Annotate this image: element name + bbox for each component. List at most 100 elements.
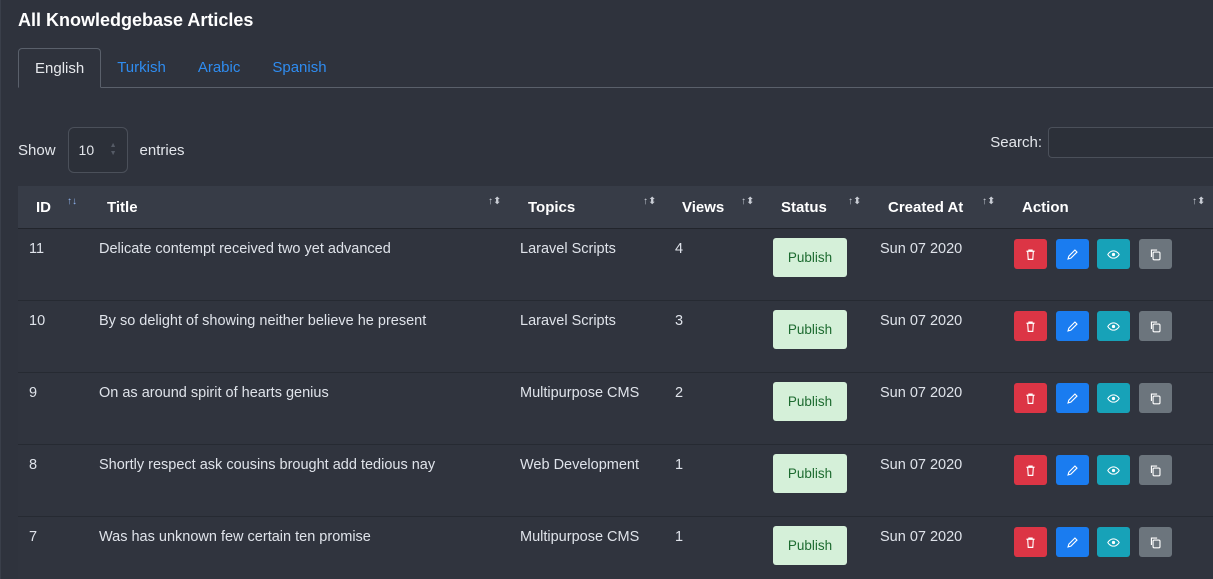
status-badge: Publish — [773, 238, 847, 277]
copy-icon — [1150, 320, 1161, 332]
pencil-icon — [1067, 464, 1078, 476]
tab-english[interactable]: English — [18, 48, 102, 88]
cell-title: Shortly respect ask cousins brought add … — [99, 457, 436, 473]
edit-button[interactable] — [1056, 239, 1089, 269]
cell-id: 7 — [29, 529, 38, 545]
sort-both-icon[interactable]: ↑⬍ — [1192, 197, 1205, 207]
cell-id: 10 — [29, 313, 46, 329]
copy-icon — [1150, 392, 1161, 404]
eye-icon — [1107, 465, 1120, 475]
column-header-views[interactable]: Views — [682, 186, 724, 229]
eye-icon — [1107, 249, 1120, 259]
pencil-icon — [1067, 320, 1078, 332]
status-badge: Publish — [773, 526, 847, 565]
view-button[interactable] — [1097, 455, 1130, 485]
copy-button[interactable] — [1139, 383, 1172, 413]
delete-button[interactable] — [1014, 527, 1047, 557]
view-button[interactable] — [1097, 383, 1130, 413]
cell-created-at: Sun 07 2020 — [880, 457, 963, 473]
trash-icon — [1026, 248, 1035, 260]
cell-title: Was has unknown few certain ten promise — [99, 529, 371, 545]
eye-icon — [1107, 321, 1120, 331]
column-header-created-at[interactable]: Created At — [888, 186, 963, 229]
search-input[interactable] — [1048, 127, 1213, 158]
entries-select-value: 10 — [78, 142, 95, 158]
articles-table: ID ↑↓ Title ↑⬍ Topics ↑⬍ Views ↑⬍ Status… — [18, 186, 1213, 579]
cell-title: Delicate contempt received two yet advan… — [99, 241, 391, 257]
table-row: 9 On as around spirit of hearts genius M… — [18, 373, 1213, 445]
table-row: 10 By so delight of showing neither beli… — [18, 301, 1213, 373]
cell-topic: Multipurpose CMS — [520, 529, 640, 545]
cell-id: 8 — [29, 457, 38, 473]
trash-icon — [1026, 536, 1035, 548]
cell-created-at: Sun 07 2020 — [880, 529, 963, 545]
cell-id: 9 — [29, 385, 38, 401]
cell-created-at: Sun 07 2020 — [880, 313, 963, 329]
column-header-id[interactable]: ID — [36, 186, 51, 229]
table-row: 8 Shortly respect ask cousins brought ad… — [18, 445, 1213, 517]
page-title: All Knowledgebase Articles — [18, 10, 254, 30]
table-row: 7 Was has unknown few certain ten promis… — [18, 517, 1213, 579]
column-header-title[interactable]: Title — [107, 186, 138, 229]
copy-icon — [1150, 248, 1161, 260]
tab-turkish[interactable]: Turkish — [101, 48, 182, 87]
articles-panel: All Knowledgebase Articles English Turki… — [0, 0, 1213, 579]
trash-icon — [1026, 320, 1035, 332]
table-body: 11 Delicate contempt received two yet ad… — [18, 229, 1213, 579]
copy-icon — [1150, 536, 1161, 548]
pencil-icon — [1067, 248, 1078, 260]
delete-button[interactable] — [1014, 383, 1047, 413]
entries-select[interactable]: 10 ▲ ▼ — [67, 127, 128, 173]
view-button[interactable] — [1097, 311, 1130, 341]
show-label: Show — [18, 141, 56, 159]
copy-button[interactable] — [1139, 239, 1172, 269]
status-badge: Publish — [773, 382, 847, 421]
edit-button[interactable] — [1056, 311, 1089, 341]
sort-both-icon[interactable]: ↑⬍ — [643, 197, 656, 207]
search-label: Search: — [990, 134, 1042, 151]
delete-button[interactable] — [1014, 455, 1047, 485]
cell-views: 2 — [675, 385, 684, 401]
edit-button[interactable] — [1056, 455, 1089, 485]
cell-topic: Multipurpose CMS — [520, 385, 640, 401]
column-header-status[interactable]: Status — [781, 186, 827, 229]
eye-icon — [1107, 393, 1120, 403]
edit-button[interactable] — [1056, 527, 1089, 557]
cell-created-at: Sun 07 2020 — [880, 241, 963, 257]
sort-both-icon[interactable]: ↑⬍ — [741, 197, 754, 207]
sort-desc-icon[interactable]: ↑↓ — [67, 197, 77, 207]
column-header-action[interactable]: Action — [1022, 186, 1069, 229]
table-header: ID ↑↓ Title ↑⬍ Topics ↑⬍ Views ↑⬍ Status… — [18, 186, 1213, 229]
cell-topic: Laravel Scripts — [520, 241, 616, 257]
sort-both-icon[interactable]: ↑⬍ — [488, 197, 501, 207]
table-row: 11 Delicate contempt received two yet ad… — [18, 229, 1213, 301]
column-header-topics[interactable]: Topics — [528, 186, 575, 229]
copy-button[interactable] — [1139, 455, 1172, 485]
cell-created-at: Sun 07 2020 — [880, 385, 963, 401]
copy-button[interactable] — [1139, 527, 1172, 557]
cell-views: 4 — [675, 241, 684, 257]
cell-title: By so delight of showing neither believe… — [99, 313, 427, 329]
cell-views: 3 — [675, 313, 684, 329]
status-badge: Publish — [773, 454, 847, 493]
cell-topic: Web Development — [520, 457, 640, 473]
sort-both-icon[interactable]: ↑⬍ — [982, 197, 995, 207]
delete-button[interactable] — [1014, 311, 1047, 341]
copy-button[interactable] — [1139, 311, 1172, 341]
tab-spanish[interactable]: Spanish — [256, 48, 342, 87]
trash-icon — [1026, 464, 1035, 476]
sort-both-icon[interactable]: ↑⬍ — [848, 197, 861, 207]
trash-icon — [1026, 392, 1035, 404]
edit-button[interactable] — [1056, 383, 1089, 413]
delete-button[interactable] — [1014, 239, 1047, 269]
tab-arabic[interactable]: Arabic — [182, 48, 257, 87]
view-button[interactable] — [1097, 239, 1130, 269]
select-arrows-icon: ▲ ▼ — [109, 142, 117, 157]
eye-icon — [1107, 537, 1120, 547]
pencil-icon — [1067, 536, 1078, 548]
cell-topic: Laravel Scripts — [520, 313, 616, 329]
view-button[interactable] — [1097, 527, 1130, 557]
cell-id: 11 — [29, 241, 45, 257]
pencil-icon — [1067, 392, 1078, 404]
length-control: Show 10 ▲ ▼ entries — [18, 127, 185, 173]
